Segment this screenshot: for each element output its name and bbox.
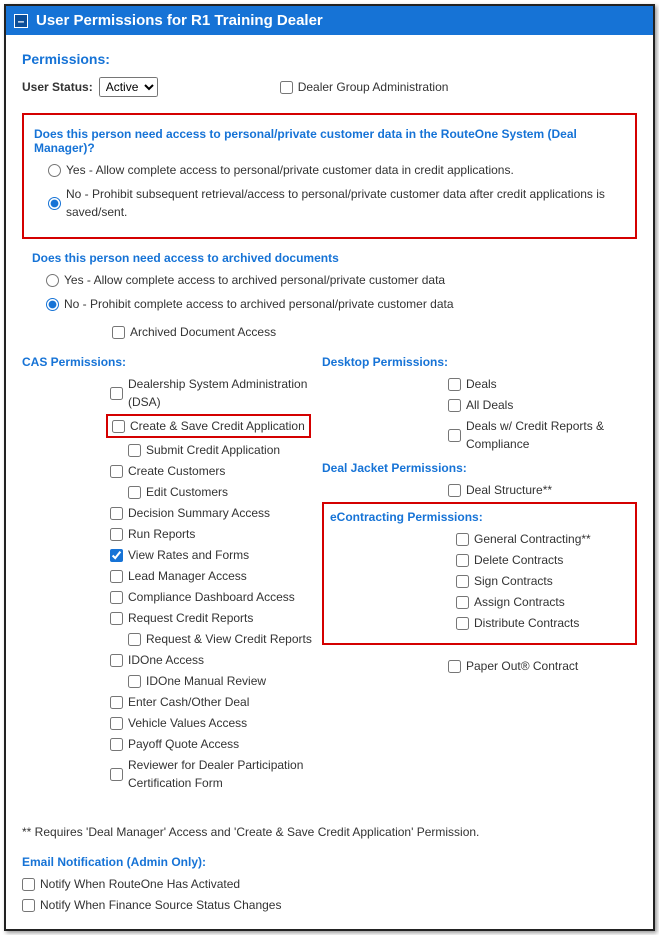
edit-customers-checkbox[interactable] (128, 486, 141, 499)
archived-doc-access-checkbox[interactable] (112, 326, 125, 339)
notify-routeone-activated-checkbox[interactable] (22, 878, 35, 891)
delete-contracts-checkbox[interactable] (456, 554, 469, 567)
run-reports-checkbox[interactable] (110, 528, 123, 541)
idone-access-label: IDOne Access (128, 651, 204, 669)
q2-title: Does this person need access to archived… (32, 251, 637, 265)
all-deals-label: All Deals (466, 396, 513, 414)
user-status-label: User Status: (22, 80, 93, 94)
econtracting-title: eContracting Permissions: (330, 510, 629, 524)
email-notification-title: Email Notification (Admin Only): (22, 855, 637, 869)
archived-doc-access-label: Archived Document Access (130, 323, 276, 341)
create-customers-checkbox[interactable] (110, 465, 123, 478)
vehicle-values-label: Vehicle Values Access (128, 714, 247, 732)
econtracting-box: eContracting Permissions: General Contra… (322, 502, 637, 645)
general-contracting-checkbox[interactable] (456, 533, 469, 546)
assign-contracts-label: Assign Contracts (474, 593, 565, 611)
payoff-quote-label: Payoff Quote Access (128, 735, 239, 753)
q2-yes-radio[interactable] (46, 274, 59, 287)
q2-no-radio[interactable] (46, 298, 59, 311)
q1-no-radio[interactable] (48, 197, 61, 210)
deals-compliance-label: Deals w/ Credit Reports & Compliance (466, 417, 637, 453)
vehicle-values-checkbox[interactable] (110, 717, 123, 730)
collapse-icon[interactable]: – (14, 14, 28, 28)
request-credit-reports-label: Request Credit Reports (128, 609, 253, 627)
q1-yes-label: Yes - Allow complete access to personal/… (66, 161, 514, 179)
request-credit-reports-checkbox[interactable] (110, 612, 123, 625)
view-rates-forms-label: View Rates and Forms (128, 546, 249, 564)
q2-yes-label: Yes - Allow complete access to archived … (64, 271, 445, 289)
cas-permissions-title: CAS Permissions: (22, 355, 312, 369)
create-customers-label: Create Customers (128, 462, 225, 480)
user-status-select[interactable]: Active (99, 77, 158, 97)
private-data-access-box: Does this person need access to personal… (22, 113, 637, 239)
deals-compliance-checkbox[interactable] (448, 429, 461, 442)
sign-contracts-label: Sign Contracts (474, 572, 553, 590)
notify-finance-source-checkbox[interactable] (22, 899, 35, 912)
q2-no-label: No - Prohibit complete access to archive… (64, 295, 454, 313)
deal-structure-label: Deal Structure** (466, 481, 552, 499)
user-status-row: User Status: Active Dealer Group Adminis… (22, 75, 637, 99)
all-deals-checkbox[interactable] (448, 399, 461, 412)
idone-manual-review-label: IDOne Manual Review (146, 672, 266, 690)
lead-manager-label: Lead Manager Access (128, 567, 247, 585)
payoff-quote-checkbox[interactable] (110, 738, 123, 751)
request-view-credit-reports-checkbox[interactable] (128, 633, 141, 646)
reviewer-certification-checkbox[interactable] (110, 768, 123, 781)
section-permissions-title: Permissions: (22, 51, 637, 67)
reviewer-certification-label: Reviewer for Dealer Participation Certif… (128, 756, 312, 792)
deal-jacket-title: Deal Jacket Permissions: (322, 461, 637, 475)
desktop-permissions-title: Desktop Permissions: (322, 355, 637, 369)
dealer-group-admin-label: Dealer Group Administration (298, 78, 449, 96)
enter-cash-deal-checkbox[interactable] (110, 696, 123, 709)
panel-titlebar: – User Permissions for R1 Training Deale… (6, 6, 653, 35)
delete-contracts-label: Delete Contracts (474, 551, 563, 569)
archived-access-box: Does this person need access to archived… (22, 251, 637, 341)
submit-credit-app-label: Submit Credit Application (146, 441, 280, 459)
view-rates-forms-checkbox[interactable] (110, 549, 123, 562)
edit-customers-label: Edit Customers (146, 483, 228, 501)
compliance-dashboard-checkbox[interactable] (110, 591, 123, 604)
lead-manager-checkbox[interactable] (110, 570, 123, 583)
dsa-checkbox[interactable] (110, 387, 123, 400)
decision-summary-label: Decision Summary Access (128, 504, 270, 522)
idone-access-checkbox[interactable] (110, 654, 123, 667)
q1-no-label: No - Prohibit subsequent retrieval/acces… (66, 185, 625, 221)
q1-title: Does this person need access to personal… (34, 127, 625, 155)
submit-credit-app-checkbox[interactable] (128, 444, 141, 457)
compliance-dashboard-label: Compliance Dashboard Access (128, 588, 295, 606)
idone-manual-review-checkbox[interactable] (128, 675, 141, 688)
notify-routeone-activated-label: Notify When RouteOne Has Activated (40, 875, 240, 893)
request-view-credit-reports-label: Request & View Credit Reports (146, 630, 312, 648)
footnote: ** Requires 'Deal Manager' Access and 'C… (22, 825, 637, 839)
panel-title: User Permissions for R1 Training Dealer (36, 12, 323, 29)
sign-contracts-checkbox[interactable] (456, 575, 469, 588)
dsa-label: Dealership System Administration (DSA) (128, 375, 312, 411)
create-save-credit-app-label: Create & Save Credit Application (130, 417, 305, 435)
distribute-contracts-checkbox[interactable] (456, 617, 469, 630)
deal-structure-checkbox[interactable] (448, 484, 461, 497)
assign-contracts-checkbox[interactable] (456, 596, 469, 609)
run-reports-label: Run Reports (128, 525, 195, 543)
paper-out-contract-label: Paper Out® Contract (466, 657, 578, 675)
paper-out-contract-checkbox[interactable] (448, 660, 461, 673)
distribute-contracts-label: Distribute Contracts (474, 614, 579, 632)
deals-checkbox[interactable] (448, 378, 461, 391)
q1-yes-radio[interactable] (48, 164, 61, 177)
decision-summary-checkbox[interactable] (110, 507, 123, 520)
deals-label: Deals (466, 375, 497, 393)
create-save-credit-app-checkbox[interactable] (112, 420, 125, 433)
permissions-panel: – User Permissions for R1 Training Deale… (4, 4, 655, 931)
dealer-group-admin-checkbox[interactable] (280, 81, 293, 94)
enter-cash-deal-label: Enter Cash/Other Deal (128, 693, 249, 711)
general-contracting-label: General Contracting** (474, 530, 591, 548)
